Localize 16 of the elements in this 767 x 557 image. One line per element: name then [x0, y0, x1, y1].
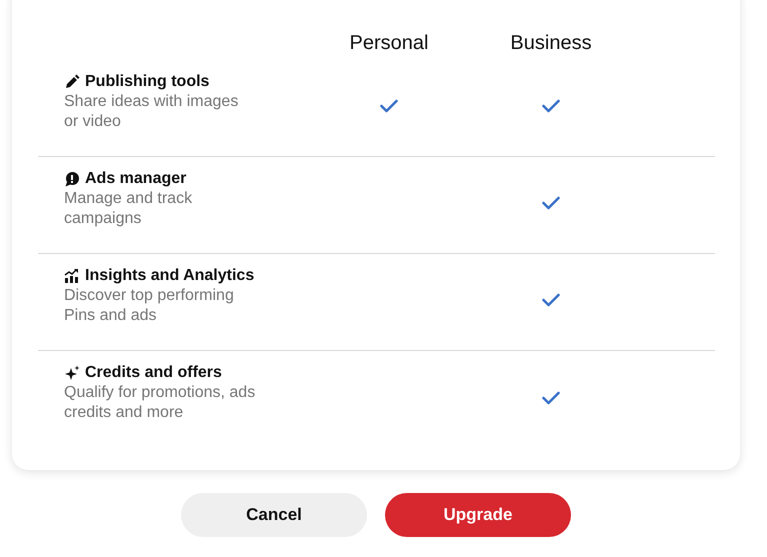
upgrade-button[interactable]: Upgrade	[385, 493, 571, 537]
feature-description: Qualify for promotions, ads credits and more	[64, 383, 256, 423]
feature-title: Insights and Analytics	[85, 266, 254, 286]
feature-title: Publishing tools	[85, 72, 210, 92]
pencil-icon	[64, 74, 80, 90]
feature-description: Discover top performing Pins and ads	[64, 286, 235, 326]
plan-heading: Business	[510, 32, 592, 55]
sparkle-icon	[64, 365, 80, 381]
cancel-button[interactable]: Cancel	[181, 493, 367, 537]
feature-title: Ads manager	[85, 169, 186, 189]
feature-description: Manage and track campaigns	[64, 189, 194, 229]
alert-bubble-icon	[64, 171, 80, 187]
chart-icon	[64, 268, 80, 284]
feature-title: Credits and offers	[85, 363, 222, 383]
feature-description: Share ideas with images or video	[64, 92, 240, 132]
plan-heading: Personal	[350, 32, 428, 55]
